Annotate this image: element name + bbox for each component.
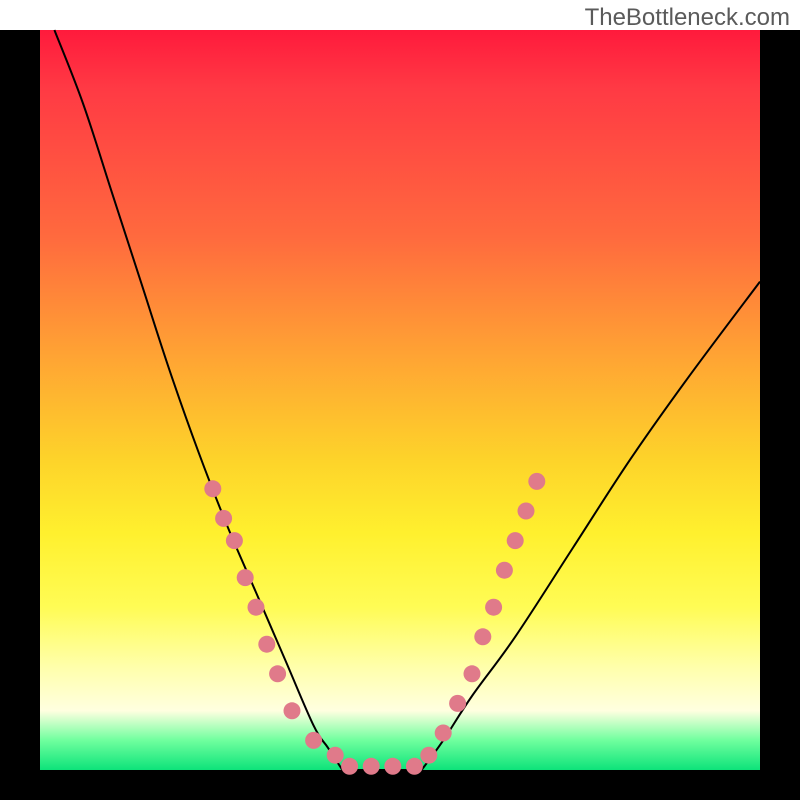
scatter-point — [420, 747, 437, 764]
scatter-point — [435, 725, 452, 742]
curve-right-branch — [422, 282, 760, 770]
chart-frame — [0, 30, 800, 800]
scatter-point — [406, 758, 423, 775]
scatter-point — [507, 532, 524, 549]
scatter-point — [269, 665, 286, 682]
scatter-point — [284, 702, 301, 719]
scatter-point — [237, 569, 254, 586]
scatter-point — [518, 503, 535, 520]
scatter-point — [327, 747, 344, 764]
attribution-text: TheBottleneck.com — [585, 4, 790, 32]
scatter-point — [341, 758, 358, 775]
chart-plot-area — [40, 30, 760, 770]
chart-svg — [40, 30, 760, 770]
scatter-point — [363, 758, 380, 775]
scatter-point — [485, 599, 502, 616]
scatter-point — [384, 758, 401, 775]
scatter-point — [528, 473, 545, 490]
scatter-points-group — [204, 473, 545, 775]
scatter-point — [464, 665, 481, 682]
scatter-point — [474, 628, 491, 645]
scatter-point — [449, 695, 466, 712]
scatter-point — [248, 599, 265, 616]
scatter-point — [226, 532, 243, 549]
scatter-point — [258, 636, 275, 653]
scatter-point — [204, 480, 221, 497]
scatter-point — [215, 510, 232, 527]
curve-left-branch — [54, 30, 342, 770]
scatter-point — [305, 732, 322, 749]
scatter-point — [496, 562, 513, 579]
